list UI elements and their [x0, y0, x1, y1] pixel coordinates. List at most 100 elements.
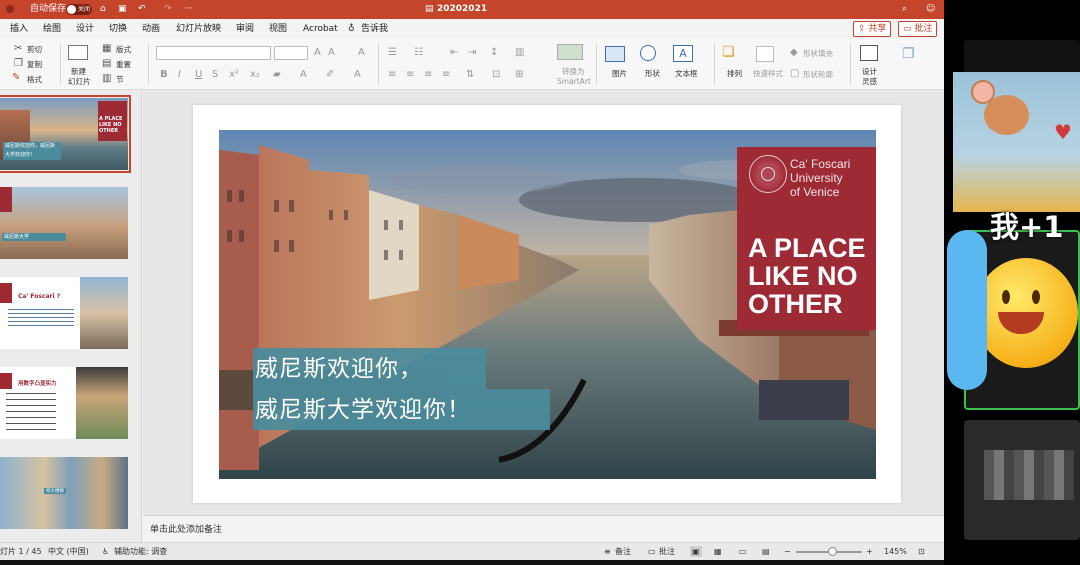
bullets-icon[interactable]: ☰: [388, 47, 397, 59]
arrange-icon[interactable]: ❏: [722, 45, 735, 59]
justify-icon[interactable]: ≡: [442, 69, 450, 81]
reading-view-icon[interactable]: ▭: [739, 546, 747, 557]
slide-editor-canvas[interactable]: Ca' Foscari University of Venice A PLACE…: [143, 90, 944, 515]
comments-button[interactable]: ▭ 批注: [898, 21, 938, 37]
redo-icon[interactable]: ↷: [164, 3, 172, 16]
reset-button[interactable]: 重置: [116, 60, 131, 70]
menu-tell-me[interactable]: 告诉我: [361, 23, 388, 35]
menu-animations[interactable]: 动画: [142, 23, 160, 35]
text-box-icon[interactable]: ⊞: [515, 69, 523, 81]
cut-icon[interactable]: ✂: [14, 43, 22, 55]
notes-placeholder[interactable]: 单击此处添加备注: [150, 522, 222, 535]
notes-toggle[interactable]: 备注: [615, 546, 631, 557]
shape-outline-button[interactable]: 形状轮廓: [803, 70, 833, 80]
underline-icon[interactable]: U: [195, 69, 202, 81]
university-brand-box[interactable]: Ca' Foscari University of Venice A PLACE…: [737, 147, 876, 330]
section-button[interactable]: 节: [116, 75, 124, 85]
copy-icon[interactable]: ❐: [14, 58, 23, 70]
venice-grand-canal-photo[interactable]: Ca' Foscari University of Venice A PLACE…: [219, 130, 876, 479]
normal-view-icon[interactable]: ▣: [690, 546, 702, 557]
highlight-icon[interactable]: ▰: [273, 69, 281, 81]
copy-button[interactable]: 复制: [27, 60, 42, 70]
shape-fill-icon[interactable]: ◆: [790, 47, 798, 59]
line-spacing-icon[interactable]: ↕: [490, 47, 498, 59]
smiley-icon[interactable]: ☺: [926, 3, 935, 16]
shapes-icon[interactable]: [640, 45, 656, 61]
textbox-button[interactable]: 文本框: [675, 69, 698, 79]
decrease-indent-icon[interactable]: ⇤: [450, 47, 458, 59]
new-slide-icon[interactable]: [68, 45, 88, 60]
language-status[interactable]: 中文 (中国): [48, 546, 89, 557]
shapes-button[interactable]: 形状: [645, 69, 660, 79]
columns-icon[interactable]: ▥: [515, 47, 524, 59]
superscript-icon[interactable]: x²: [229, 69, 239, 81]
align-center-icon[interactable]: ≡: [406, 69, 414, 81]
slide-thumbnail-1[interactable]: A PLACE LIKE NO OTHER 威尼斯欢迎你，威尼斯大学欢迎你！: [0, 95, 131, 173]
accessibility-icon[interactable]: ♿: [102, 546, 109, 557]
designer-label-2[interactable]: 灵感: [862, 77, 877, 87]
designer-label-1[interactable]: 设计: [862, 67, 877, 77]
zoom-level[interactable]: 145%: [884, 546, 907, 557]
share-button[interactable]: ⇪ 共享: [853, 21, 892, 37]
notes-toggle-icon[interactable]: ≡: [604, 546, 611, 557]
menu-transitions[interactable]: 切换: [109, 23, 127, 35]
clear-format-icon[interactable]: A: [358, 47, 365, 59]
picture-button[interactable]: 图片: [612, 69, 627, 79]
italic-icon[interactable]: I: [178, 69, 181, 81]
strikethrough-icon[interactable]: S: [212, 69, 218, 81]
highlight-color-icon[interactable]: ✐: [326, 69, 334, 81]
window-close-icon[interactable]: [6, 5, 14, 13]
accessibility-status[interactable]: 辅助功能: 调查: [114, 546, 167, 557]
designer-icon[interactable]: [860, 45, 878, 61]
fit-slide-icon[interactable]: ⊡: [918, 546, 925, 557]
bold-icon[interactable]: B: [160, 69, 168, 81]
textbox-icon[interactable]: A: [673, 45, 693, 62]
zoom-out-icon[interactable]: −: [784, 546, 791, 557]
align-text-icon[interactable]: ⊡: [492, 69, 500, 81]
slide-sorter-icon[interactable]: ▦: [714, 546, 722, 557]
undo-icon[interactable]: ↶: [138, 3, 146, 16]
reset-icon[interactable]: ▤: [102, 58, 111, 70]
current-slide[interactable]: Ca' Foscari University of Venice A PLACE…: [193, 105, 901, 503]
document-icon[interactable]: ❐: [902, 47, 915, 61]
layout-icon[interactable]: ▦: [102, 43, 111, 55]
quick-styles-button[interactable]: 快速样式: [753, 69, 783, 79]
new-slide-label-2[interactable]: 幻灯片: [68, 77, 91, 87]
subscript-icon[interactable]: x₂: [250, 69, 260, 81]
menu-acrobat[interactable]: Acrobat: [303, 23, 338, 35]
slide-thumbnail-2[interactable]: 威尼斯大学: [0, 187, 128, 259]
section-icon[interactable]: ▥: [102, 73, 111, 85]
picture-icon[interactable]: [605, 46, 625, 62]
notes-pane[interactable]: 单击此处添加备注: [143, 515, 944, 542]
arrange-button[interactable]: 排列: [727, 69, 742, 79]
comments-toggle[interactable]: 批注: [659, 546, 675, 557]
more-icon[interactable]: ···: [184, 3, 193, 16]
comments-toggle-icon[interactable]: ▭: [648, 546, 656, 557]
decrease-font-icon[interactable]: A: [328, 47, 335, 59]
font-family-select[interactable]: [156, 46, 271, 60]
slide-thumbnail-4[interactable]: 用数字凸显实力: [0, 367, 128, 439]
menu-design[interactable]: 设计: [76, 23, 94, 35]
format-painter-icon[interactable]: ✎: [12, 72, 20, 84]
save-icon[interactable]: ▣: [118, 3, 127, 16]
convert-smartart-icon[interactable]: [557, 44, 583, 60]
menu-slideshow[interactable]: 幻灯片放映: [176, 23, 221, 35]
new-slide-label-1[interactable]: 新建: [71, 67, 86, 77]
convert-smartart-label-1[interactable]: 转换为: [562, 67, 585, 77]
autosave-toggle[interactable]: 关闭: [66, 4, 92, 15]
slide-thumbnail-5[interactable]: 校大楼群: [0, 457, 128, 529]
cut-button[interactable]: 剪切: [27, 45, 42, 55]
zoom-in-icon[interactable]: +: [866, 546, 873, 557]
increase-indent-icon[interactable]: ⇥: [468, 47, 476, 59]
text-effects-icon[interactable]: A: [300, 69, 307, 81]
layout-button[interactable]: 版式: [116, 45, 131, 55]
slide-thumbnail-3[interactable]: Ca' Foscari ?: [0, 277, 128, 349]
numbering-icon[interactable]: ☷: [414, 47, 423, 59]
home-icon[interactable]: ⌂: [100, 3, 106, 16]
shape-fill-button[interactable]: 形状填充: [803, 49, 833, 59]
align-left-icon[interactable]: ≡: [388, 69, 396, 81]
format-painter-button[interactable]: 格式: [27, 75, 42, 85]
menu-insert[interactable]: 插入: [10, 23, 28, 35]
slideshow-icon[interactable]: ▤: [762, 546, 770, 557]
text-direction-icon[interactable]: ⇅: [466, 69, 474, 81]
